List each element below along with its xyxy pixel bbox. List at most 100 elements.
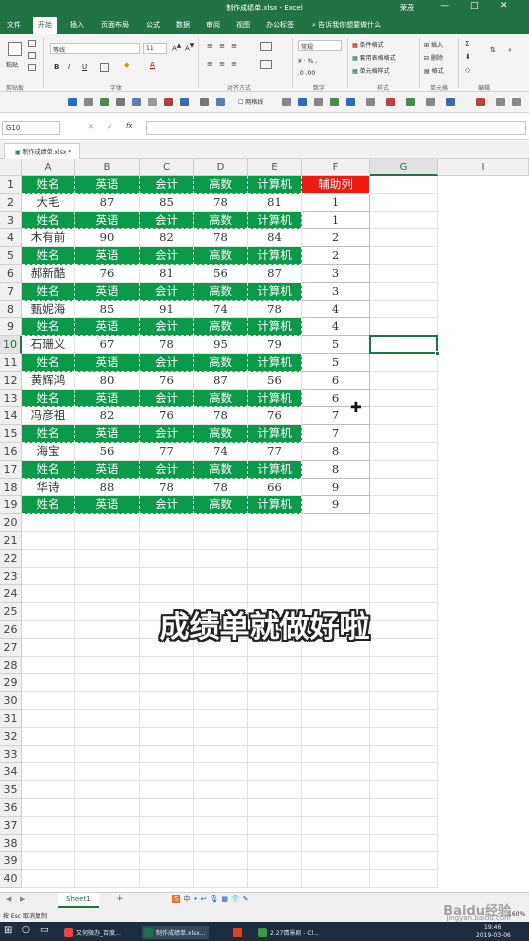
currency-icon[interactable]: ¥ · % , — [298, 58, 317, 65]
row-header[interactable]: 29 — [0, 674, 22, 693]
next-sheet-icon[interactable]: ▶ — [20, 895, 25, 903]
cell[interactable]: 85 — [75, 300, 140, 319]
cell[interactable]: 76 — [140, 407, 194, 426]
cell[interactable]: 计算机 — [248, 460, 302, 479]
close-button[interactable]: ✕ — [500, 1, 508, 11]
cell[interactable]: 2 — [302, 247, 370, 265]
cell[interactable]: 姓名 — [22, 425, 75, 443]
cell[interactable] — [194, 585, 248, 604]
row-header[interactable]: 33 — [0, 745, 22, 764]
cell[interactable]: 会计 — [140, 211, 194, 230]
cell[interactable] — [370, 478, 438, 497]
cell[interactable] — [370, 692, 438, 710]
cell[interactable] — [370, 656, 438, 675]
cell[interactable]: 5 — [302, 336, 370, 354]
column-header[interactable]: I — [438, 159, 529, 176]
cell[interactable]: 4 — [302, 300, 370, 319]
cell[interactable]: 76 — [140, 371, 194, 390]
cell[interactable] — [194, 727, 248, 746]
cell[interactable] — [370, 781, 438, 799]
cell[interactable]: 英语 — [75, 247, 140, 265]
cell[interactable] — [75, 799, 140, 817]
cell[interactable] — [370, 460, 438, 479]
cell[interactable]: 高数 — [194, 460, 248, 479]
cell[interactable]: 78 — [140, 336, 194, 354]
row-header[interactable]: 31 — [0, 710, 22, 728]
cell[interactable] — [22, 549, 75, 568]
cell[interactable] — [248, 549, 302, 568]
cell[interactable]: 英语 — [75, 282, 140, 301]
cell[interactable]: 华诗 — [22, 478, 75, 497]
cut-icon[interactable] — [28, 40, 36, 47]
cell[interactable]: 冯彦祖 — [22, 407, 75, 426]
row-header[interactable]: 19 — [0, 496, 22, 515]
insert-function-icon[interactable]: fx — [126, 122, 133, 130]
cell[interactable] — [370, 371, 438, 390]
row-header[interactable]: 5 — [0, 247, 22, 265]
cell[interactable] — [140, 674, 194, 693]
cell[interactable] — [248, 656, 302, 675]
toolbar-icon[interactable] — [200, 98, 209, 106]
bold-button[interactable]: B — [54, 63, 59, 71]
cell[interactable] — [22, 710, 75, 728]
user-name[interactable]: 荣茂 — [400, 3, 414, 13]
toolbar-icon[interactable] — [100, 98, 109, 106]
cell[interactable] — [194, 710, 248, 728]
cell[interactable] — [248, 834, 302, 853]
cell[interactable]: 姓名 — [22, 247, 75, 265]
row-header[interactable]: 9 — [0, 318, 22, 337]
row-header[interactable]: 21 — [0, 532, 22, 550]
cell[interactable]: 90 — [75, 229, 140, 248]
cell[interactable] — [194, 799, 248, 817]
row-header[interactable]: 11 — [0, 354, 22, 372]
cell[interactable] — [248, 870, 302, 888]
row-header[interactable]: 2 — [0, 193, 22, 212]
cell[interactable] — [194, 549, 248, 568]
row-header[interactable]: 4 — [0, 229, 22, 248]
cell[interactable] — [75, 816, 140, 835]
cell[interactable] — [302, 799, 370, 817]
cell[interactable]: 英语 — [75, 211, 140, 230]
voice-icon[interactable]: 🎙 — [209, 895, 218, 903]
cell[interactable]: 高数 — [194, 389, 248, 408]
align-top-icon[interactable]: ≡ ≡ ≡ — [207, 42, 239, 50]
clear-icon[interactable]: ◇ — [465, 66, 470, 74]
cell[interactable]: 78 — [194, 478, 248, 497]
sheet-tab-sheet1[interactable]: Sheet1 — [58, 893, 99, 908]
cell[interactable]: 3 — [302, 282, 370, 301]
cell[interactable]: 会计 — [140, 425, 194, 443]
toolbar-icon[interactable] — [298, 98, 307, 106]
cell[interactable]: 姓名 — [22, 211, 75, 230]
cell[interactable]: 辅助列 — [302, 176, 370, 194]
spreadsheet-grid[interactable]: A B C D E F G I 1 姓名 英语 会计 高数 计算机 辅助列 2 大毛 87 85 78 81 1 3 姓名 英语… — [0, 159, 529, 892]
column-header[interactable]: F — [302, 159, 370, 176]
cell[interactable] — [370, 193, 438, 212]
toolbar-icon[interactable] — [282, 98, 291, 106]
cell[interactable] — [248, 727, 302, 746]
toolbar-icon[interactable] — [132, 98, 141, 106]
cell[interactable] — [22, 532, 75, 550]
cell[interactable] — [22, 816, 75, 835]
cell[interactable] — [22, 585, 75, 604]
cell[interactable] — [22, 727, 75, 746]
cell[interactable] — [140, 834, 194, 853]
cell[interactable]: 姓名 — [22, 282, 75, 301]
cell[interactable]: 英语 — [75, 176, 140, 194]
cell[interactable] — [370, 318, 438, 337]
cell[interactable] — [194, 816, 248, 835]
cell[interactable]: 高数 — [194, 354, 248, 372]
cell[interactable] — [194, 870, 248, 888]
cell[interactable]: 英语 — [75, 425, 140, 443]
column-header[interactable]: D — [194, 159, 248, 176]
cell[interactable] — [370, 229, 438, 248]
cell[interactable] — [302, 870, 370, 888]
cell[interactable] — [75, 745, 140, 764]
tab-office-tab[interactable]: 办公标签 — [266, 20, 294, 30]
cell[interactable] — [302, 781, 370, 799]
cell[interactable]: 87 — [75, 193, 140, 212]
cell[interactable]: 76 — [75, 265, 140, 283]
insert-cells-button[interactable]: ⊞ 插入 — [424, 40, 443, 49]
tab-formulas[interactable]: 公式 — [146, 20, 160, 30]
cell[interactable] — [248, 710, 302, 728]
cell[interactable] — [140, 585, 194, 604]
